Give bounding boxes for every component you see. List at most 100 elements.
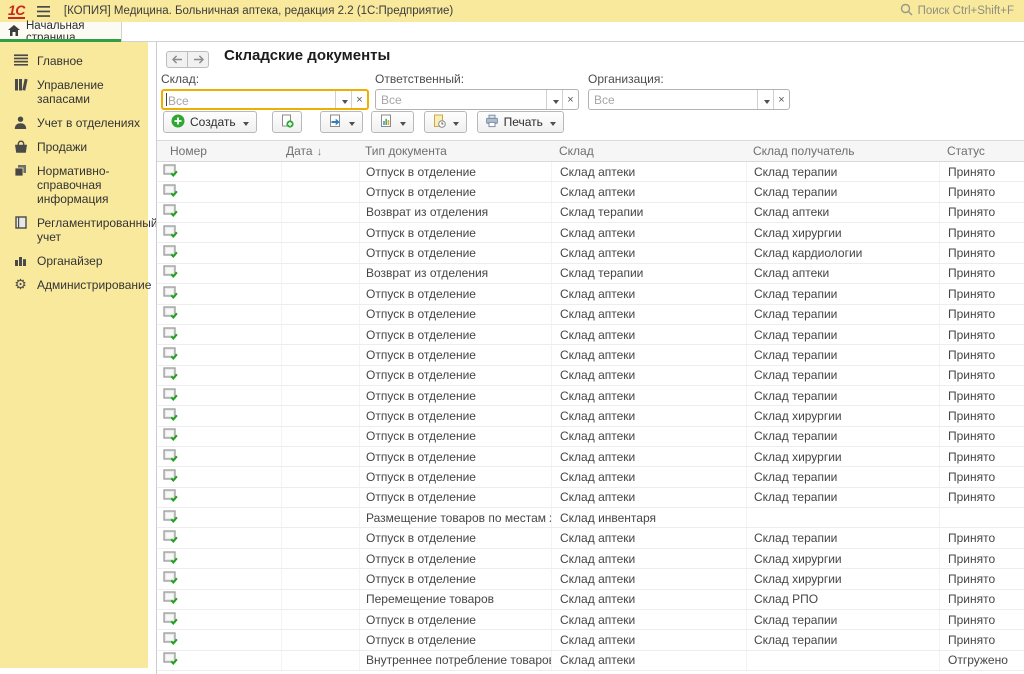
- sidebar-item-upravlenie-zapasami[interactable]: Управление запасами: [0, 73, 148, 111]
- cell-date: [281, 528, 359, 547]
- cell-receiver-warehouse: Склад терапии: [746, 366, 939, 385]
- load-document-button[interactable]: [320, 111, 363, 133]
- sidebar-item-label: Управление запасами: [37, 78, 144, 106]
- table-row[interactable]: Отпуск в отделениеСклад аптекиСклад тера…: [157, 284, 1024, 304]
- table-row[interactable]: Отпуск в отделениеСклад аптекиСклад хиру…: [157, 406, 1024, 426]
- sidebar-item-prodazhi[interactable]: Продажи: [0, 135, 148, 159]
- table-row[interactable]: Возврат из отделенияСклад терапииСклад а…: [157, 203, 1024, 223]
- cell-receiver-warehouse: [746, 651, 939, 670]
- document-posted-icon: [163, 469, 178, 485]
- cell-status: Принято: [939, 345, 1024, 364]
- filter-label: Организация:: [588, 72, 790, 86]
- cell-document-type: Отпуск в отделение: [359, 467, 551, 486]
- cell-date: [281, 569, 359, 588]
- cell-receiver-warehouse: Склад терапии: [746, 488, 939, 507]
- sidebar-item-label: Нормативно-справочная информация: [37, 164, 144, 206]
- table-row[interactable]: Перемещение товаровСклад аптекиСклад РПО…: [157, 590, 1024, 610]
- organizaciya-combobox[interactable]: Все ×: [588, 89, 790, 110]
- table-row[interactable]: Отпуск в отделениеСклад аптекиСклад тера…: [157, 467, 1024, 487]
- sidebar-item-uchet-v-otdeleniyah[interactable]: Учет в отделениях: [0, 111, 148, 135]
- cell-number: [157, 203, 281, 222]
- table-row[interactable]: Отпуск в отделениеСклад аптекиСклад тера…: [157, 366, 1024, 386]
- sidebar-item-administrirovanie[interactable]: ⚙ Администрирование: [0, 273, 148, 297]
- cell-warehouse: Склад аптеки: [551, 243, 746, 262]
- table-row[interactable]: Отпуск в отделениеСклад аптекиСклад кард…: [157, 243, 1024, 263]
- sklad-dropdown-button[interactable]: [335, 91, 351, 108]
- print-button[interactable]: Печать: [477, 111, 564, 133]
- cell-date: [281, 223, 359, 242]
- table-row[interactable]: Отпуск в отделениеСклад аптекиСклад тера…: [157, 427, 1024, 447]
- otvetstvennyj-dropdown-button[interactable]: [546, 90, 562, 109]
- table-row[interactable]: Отпуск в отделениеСклад аптекиСклад тера…: [157, 386, 1024, 406]
- table-row[interactable]: Размещение товаров по местам храненияСкл…: [157, 508, 1024, 528]
- column-header-warehouse[interactable]: Склад: [551, 141, 746, 161]
- otvetstvennyj-clear-button[interactable]: ×: [562, 90, 578, 109]
- table-header-row: НомерДата↓Тип документаСкладСклад получа…: [157, 140, 1024, 162]
- table-row[interactable]: Отпуск в отделениеСклад аптекиСклад тера…: [157, 610, 1024, 630]
- cell-status: Принято: [939, 325, 1024, 344]
- cell-number: [157, 590, 281, 609]
- table-row[interactable]: Отпуск в отделениеСклад аптекиСклад тера…: [157, 630, 1024, 650]
- copy-document-button[interactable]: [272, 111, 302, 133]
- otvetstvennyj-combobox[interactable]: Все ×: [375, 89, 579, 110]
- table-row[interactable]: Отпуск в отделениеСклад аптекиСклад тера…: [157, 488, 1024, 508]
- cell-receiver-warehouse: Склад РПО: [746, 590, 939, 609]
- table-row[interactable]: Внутреннее потребление товаровСклад апте…: [157, 651, 1024, 671]
- cell-warehouse: Склад аптеки: [551, 610, 746, 629]
- document-plus-icon: [280, 114, 294, 131]
- sidebar-item-glavnoe[interactable]: Главное: [0, 49, 148, 73]
- table-row[interactable]: Отпуск в отделениеСклад аптекиСклад тера…: [157, 345, 1024, 365]
- table-row[interactable]: Отпуск в отделениеСклад аптекиСклад тера…: [157, 162, 1024, 182]
- cell-receiver-warehouse: Склад терапии: [746, 305, 939, 324]
- table-row[interactable]: Отпуск в отделениеСклад аптекиСклад хиру…: [157, 223, 1024, 243]
- create-button[interactable]: Создать: [163, 111, 257, 133]
- column-header-status[interactable]: Статус: [939, 141, 1024, 161]
- sidebar-item-reglament-uchet[interactable]: Регламентированный учет: [0, 211, 148, 249]
- back-button[interactable]: [166, 51, 188, 68]
- document-report-button[interactable]: [371, 111, 414, 133]
- tab-home-page[interactable]: Начальная страница: [0, 22, 122, 42]
- main-menu-button[interactable]: [37, 6, 50, 17]
- title-bar: 1С [КОПИЯ] Медицина. Больничная аптека, …: [0, 0, 1024, 22]
- table-row[interactable]: Отпуск в отделениеСклад аптекиСклад хиру…: [157, 447, 1024, 467]
- cell-status: Принято: [939, 366, 1024, 385]
- document-chart-icon: [379, 114, 393, 131]
- chevron-down-icon: [398, 115, 406, 129]
- column-header-type[interactable]: Тип документа: [359, 141, 551, 161]
- column-header-date[interactable]: Дата↓: [281, 141, 359, 161]
- table-row[interactable]: Отпуск в отделениеСклад аптекиСклад тера…: [157, 325, 1024, 345]
- cell-warehouse: Склад аптеки: [551, 488, 746, 507]
- organizaciya-input[interactable]: Все: [589, 90, 757, 109]
- gear-icon: ⚙: [13, 278, 28, 291]
- organizaciya-clear-button[interactable]: ×: [773, 90, 789, 109]
- table-row[interactable]: Отпуск в отделениеСклад аптекиСклад тера…: [157, 182, 1024, 202]
- table-row[interactable]: Возврат из отделенияСклад терапииСклад а…: [157, 264, 1024, 284]
- cell-warehouse: Склад аптеки: [551, 162, 746, 181]
- sidebar-item-nsi[interactable]: Нормативно-справочная информация: [0, 159, 148, 211]
- cell-warehouse: Склад аптеки: [551, 467, 746, 486]
- cell-receiver-warehouse: Склад аптеки: [746, 203, 939, 222]
- column-header-number[interactable]: Номер: [157, 141, 281, 161]
- table-row[interactable]: Отпуск в отделениеСклад аптекиСклад хиру…: [157, 549, 1024, 569]
- column-header-receiver[interactable]: Склад получатель: [746, 141, 939, 161]
- sidebar-item-label: Администрирование: [37, 278, 151, 292]
- attached-files-button[interactable]: [424, 111, 467, 133]
- cell-number: [157, 345, 281, 364]
- global-search[interactable]: Поиск Ctrl+Shift+F: [900, 3, 1014, 19]
- sidebar-item-label: Учет в отделениях: [37, 116, 140, 130]
- sklad-input[interactable]: Все: [163, 91, 335, 108]
- document-posted-icon: [163, 265, 178, 281]
- forward-button[interactable]: [187, 51, 209, 68]
- table-row[interactable]: Отпуск в отделениеСклад аптекиСклад тера…: [157, 305, 1024, 325]
- sklad-clear-button[interactable]: ×: [351, 91, 367, 108]
- cell-document-type: Отпуск в отделение: [359, 345, 551, 364]
- menu-lines-icon: [13, 54, 28, 66]
- cell-warehouse: Склад аптеки: [551, 284, 746, 303]
- table-row[interactable]: Отпуск в отделениеСклад аптекиСклад хиру…: [157, 569, 1024, 589]
- sklad-combobox[interactable]: Все ×: [161, 89, 369, 110]
- organizaciya-dropdown-button[interactable]: [757, 90, 773, 109]
- close-icon: ×: [356, 94, 362, 106]
- table-row[interactable]: Отпуск в отделениеСклад аптекиСклад тера…: [157, 528, 1024, 548]
- sidebar-item-organizer[interactable]: Органайзер: [0, 249, 148, 273]
- otvetstvennyj-input[interactable]: Все: [376, 90, 546, 109]
